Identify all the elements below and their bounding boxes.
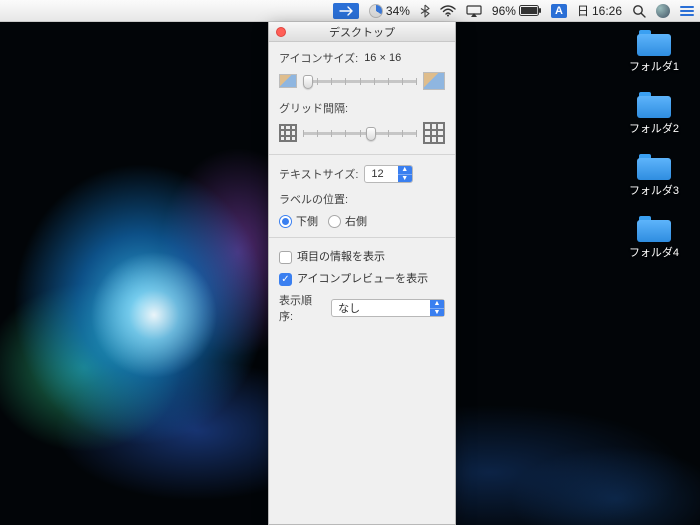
- text-size-label: テキストサイズ:: [279, 166, 358, 182]
- checkbox-unchecked-icon: [279, 251, 292, 264]
- grid-spacing-slider[interactable]: [303, 126, 417, 140]
- airplay-icon: [466, 5, 482, 17]
- folder-label: フォルダ1: [629, 58, 679, 74]
- show-info-row[interactable]: 項目の情報を表示: [279, 248, 445, 264]
- view-options-panel: デスクトップ アイコンサイズ: 16 × 16 グリッド間隔:: [268, 22, 456, 525]
- avatar-icon: [656, 4, 670, 18]
- show-info-label: 項目の情報を表示: [297, 251, 385, 263]
- sort-select[interactable]: なし ▲▼: [331, 299, 445, 317]
- menubar-wifi[interactable]: [440, 5, 456, 17]
- menubar-spotlight[interactable]: [632, 4, 646, 18]
- menubar-notification-center[interactable]: [680, 6, 694, 16]
- divider: [269, 237, 455, 238]
- list-icon: [680, 6, 694, 16]
- sort-value: なし: [332, 300, 430, 316]
- battery-percent-text: 96%: [492, 4, 516, 18]
- menubar-day: 日: [577, 2, 589, 19]
- battery-icon: [519, 5, 541, 16]
- menu-bar: 34% 96% A 日 16:26: [0, 0, 700, 22]
- panel-title: デスクトップ: [329, 24, 395, 40]
- bluetooth-icon: [420, 4, 430, 18]
- large-image-icon: [423, 72, 445, 90]
- folder-label: フォルダ2: [629, 120, 679, 136]
- menubar-clock[interactable]: 日 16:26: [577, 2, 622, 19]
- folder-icon: [637, 30, 671, 56]
- menubar-app-icon[interactable]: [333, 3, 359, 19]
- label-position-radios: 下側 右側: [279, 213, 445, 229]
- label-position-label: ラベルの位置:: [279, 194, 348, 206]
- text-size-value: 12: [365, 166, 397, 182]
- menubar-input-source[interactable]: A: [551, 4, 567, 18]
- icon-size-slider-row: [279, 72, 445, 90]
- menubar-user-avatar[interactable]: [656, 4, 670, 18]
- folder-icon: [637, 92, 671, 118]
- icon-size-value: 16 × 16: [364, 52, 401, 64]
- desktop-folder[interactable]: フォルダ4: [622, 216, 686, 260]
- menubar-bluetooth[interactable]: [420, 4, 430, 18]
- search-icon: [632, 4, 646, 18]
- close-button[interactable]: [276, 27, 286, 37]
- folder-label: フォルダ4: [629, 244, 679, 260]
- icon-size-label: アイコンサイズ:: [279, 50, 358, 66]
- menubar-battery[interactable]: 96%: [492, 4, 541, 18]
- desktop-folder[interactable]: フォルダ2: [622, 92, 686, 136]
- menubar-cpu-monitor[interactable]: 34%: [369, 4, 410, 18]
- wifi-icon: [440, 5, 456, 17]
- folder-icon: [637, 154, 671, 180]
- menubar-airplay[interactable]: [466, 5, 482, 17]
- grid-spacing-label: グリッド間隔:: [279, 103, 348, 115]
- radio-bottom[interactable]: 下側: [279, 213, 318, 229]
- divider: [269, 154, 455, 155]
- show-preview-row[interactable]: ✓ アイコンプレビューを表示: [279, 270, 445, 286]
- radio-right[interactable]: 右側: [328, 213, 367, 229]
- desktop-folder[interactable]: フォルダ3: [622, 154, 686, 198]
- cpu-percent-text: 34%: [386, 4, 410, 18]
- menubar-time: 16:26: [592, 4, 622, 18]
- folder-icon: [637, 216, 671, 242]
- panel-titlebar[interactable]: デスクトップ: [269, 22, 455, 42]
- grid-small-icon: [279, 124, 297, 142]
- grid-large-icon: [423, 122, 445, 144]
- icon-size-slider[interactable]: [303, 74, 417, 88]
- small-image-icon: [279, 74, 297, 88]
- input-source-badge: A: [551, 4, 567, 18]
- grid-spacing-slider-row: [279, 122, 445, 144]
- desktop-folder[interactable]: フォルダ1: [622, 30, 686, 74]
- desktop-icons-area: フォルダ1 フォルダ2 フォルダ3 フォルダ4: [622, 30, 686, 260]
- checkbox-checked-icon: ✓: [279, 273, 292, 286]
- show-preview-label: アイコンプレビューを表示: [297, 273, 428, 285]
- sort-label: 表示順序:: [279, 292, 325, 324]
- text-size-stepper[interactable]: 12 ▲▼: [364, 165, 412, 183]
- folder-label: フォルダ3: [629, 182, 679, 198]
- pie-chart-icon: [369, 4, 383, 18]
